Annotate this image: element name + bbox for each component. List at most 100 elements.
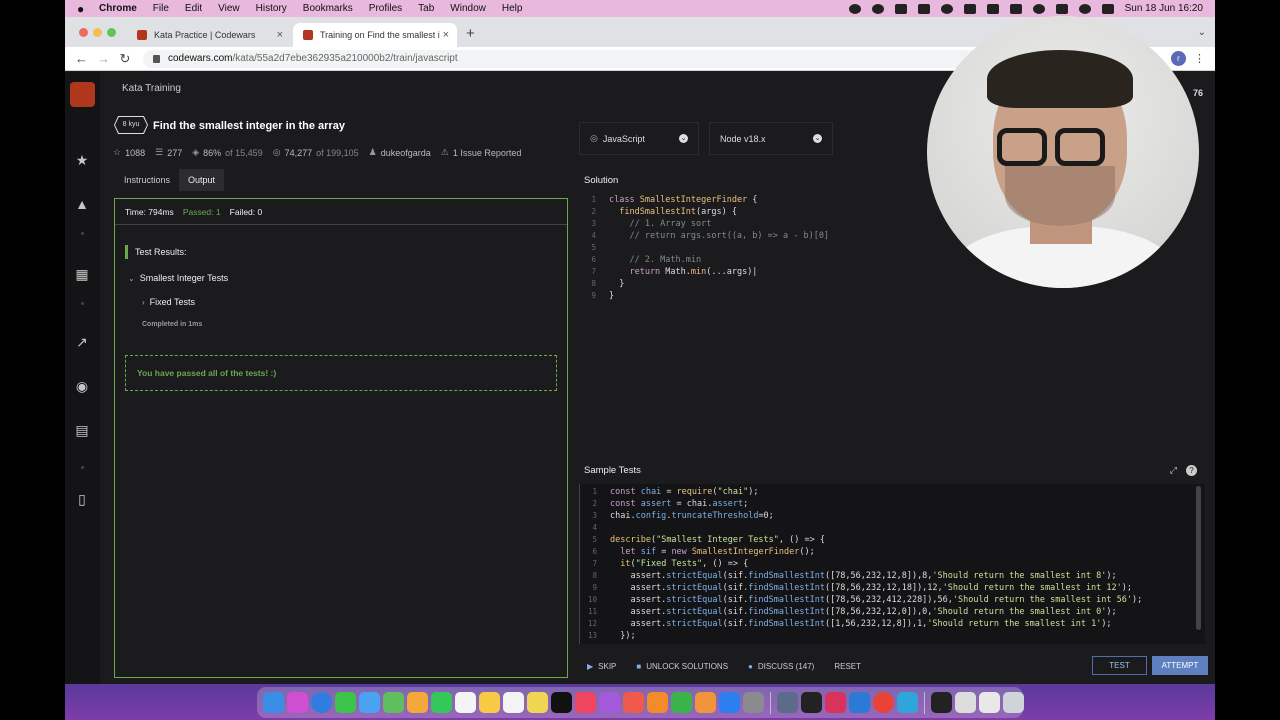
messages-icon[interactable]	[335, 692, 356, 713]
menu-view[interactable]: View	[218, 3, 240, 14]
vscode-icon[interactable]	[849, 692, 870, 713]
issues-stat[interactable]: ⚠ 1 Issue Reported	[441, 147, 522, 158]
menu-window[interactable]: Window	[450, 3, 486, 14]
menu-tab[interactable]: Tab	[418, 3, 434, 14]
siri-icon[interactable]	[1101, 3, 1114, 14]
close-tab-icon[interactable]: ×	[443, 29, 449, 41]
menu-profiles[interactable]: Profiles	[369, 3, 402, 14]
pages-icon[interactable]	[695, 692, 716, 713]
app-store-icon[interactable]	[719, 692, 740, 713]
apple-tv-icon[interactable]	[551, 692, 572, 713]
tab-instructions[interactable]: Instructions	[115, 169, 179, 191]
brightness-icon[interactable]	[848, 3, 861, 14]
reload-icon[interactable]: ↻	[119, 51, 131, 67]
fan-icon[interactable]	[894, 3, 907, 14]
documents-icon[interactable]	[979, 692, 1000, 713]
launchpad-icon[interactable]	[287, 692, 308, 713]
test-button[interactable]: TEST	[1092, 656, 1147, 675]
menubar-clock[interactable]: Sun 18 Jun 16:20	[1125, 3, 1203, 14]
calendar-icon[interactable]	[455, 692, 476, 713]
layers-icon[interactable]	[917, 3, 930, 14]
test-group-fixed[interactable]: › Fixed Tests	[142, 297, 195, 307]
control-center-icon[interactable]	[1055, 3, 1068, 14]
contacts-icon[interactable]	[479, 692, 500, 713]
back-arrow-icon[interactable]: ←	[75, 51, 88, 66]
podcasts-icon[interactable]	[599, 692, 620, 713]
close-window-button[interactable]	[79, 28, 88, 37]
expand-icon[interactable]: ⤢	[1170, 465, 1177, 476]
leaderboard-trend-icon[interactable]: ↗	[74, 334, 90, 350]
battery-icon[interactable]	[1009, 3, 1022, 14]
discuss-button[interactable]: ● DISCUSS (147)	[748, 662, 814, 671]
system-settings-icon[interactable]	[743, 692, 764, 713]
close-tab-icon[interactable]: ×	[277, 29, 283, 41]
skip-button[interactable]: ▶ SKIP	[587, 662, 616, 671]
browser-menu-icon[interactable]: ⋮	[1194, 52, 1205, 65]
test-group-smallest[interactable]: ⌄ Smallest Integer Tests	[128, 273, 228, 283]
stars-stat[interactable]: ☆ 1088	[113, 147, 145, 158]
gear-icon[interactable]	[940, 3, 953, 14]
maps-icon[interactable]	[383, 692, 404, 713]
minimize-window-button[interactable]	[93, 28, 102, 37]
news-icon[interactable]	[623, 692, 644, 713]
notes-icon[interactable]	[527, 692, 548, 713]
recording-icon[interactable]	[871, 3, 884, 14]
folder-icon[interactable]	[931, 692, 952, 713]
screen-share-icon[interactable]	[777, 692, 798, 713]
facetime-icon[interactable]	[431, 692, 452, 713]
telegram-icon[interactable]	[897, 692, 918, 713]
photos-icon[interactable]	[407, 692, 428, 713]
finder-icon[interactable]	[263, 692, 284, 713]
menu-history[interactable]: History	[256, 3, 287, 14]
wifi-icon[interactable]	[1032, 3, 1045, 14]
reset-button[interactable]: RESET	[834, 662, 861, 671]
scrollbar[interactable]	[1196, 486, 1201, 630]
mail-icon[interactable]	[359, 692, 380, 713]
safari-icon[interactable]	[311, 692, 332, 713]
practice-icon[interactable]: ★	[74, 152, 90, 168]
terminal-icon[interactable]	[801, 692, 822, 713]
numbers-icon[interactable]	[671, 692, 692, 713]
codewars-logo-icon[interactable]	[70, 82, 95, 107]
collections-stat[interactable]: ☰ 277	[155, 147, 182, 158]
keyboard-input-icon[interactable]	[963, 3, 976, 14]
menu-edit[interactable]: Edit	[185, 3, 202, 14]
new-tab-icon[interactable]: +	[466, 25, 475, 42]
window-icon[interactable]	[986, 3, 999, 14]
keynote-icon[interactable]	[647, 692, 668, 713]
fullscreen-window-button[interactable]	[107, 28, 116, 37]
mac-dock	[257, 687, 1024, 718]
lock-icon[interactable]	[153, 54, 160, 63]
browser-tab-training[interactable]: Training on Find the smallest in ×	[293, 23, 457, 47]
discord-icon[interactable]: ◉	[74, 378, 90, 394]
dojo-icon[interactable]: ▲	[74, 196, 90, 212]
reminders-icon[interactable]	[503, 692, 524, 713]
breadcrumb[interactable]: Kata Training	[122, 83, 181, 94]
menu-help[interactable]: Help	[502, 3, 523, 14]
downloads-icon[interactable]	[955, 692, 976, 713]
menu-bookmarks[interactable]: Bookmarks	[303, 3, 353, 14]
help-icon[interactable]: ?	[1186, 464, 1197, 476]
unlock-solutions-button[interactable]: ■ UNLOCK SOLUTIONS	[636, 662, 728, 671]
browser-tab-kata-practice[interactable]: Kata Practice | Codewars ×	[127, 23, 291, 47]
docs-book-icon[interactable]: ▯	[74, 491, 90, 507]
language-select[interactable]: ◎ JavaScript ⌄	[579, 122, 699, 155]
tab-output[interactable]: Output	[179, 169, 225, 191]
trash-icon[interactable]	[1003, 692, 1024, 713]
apple-icon[interactable]: ●	[77, 3, 89, 15]
chrome-icon[interactable]	[873, 692, 894, 713]
author-stat[interactable]: ♟ dukeofgarda	[369, 147, 431, 158]
stack-icon[interactable]	[825, 692, 846, 713]
briefcase-icon[interactable]: ▦	[74, 266, 90, 282]
chat-icon[interactable]: ▤	[74, 422, 90, 438]
spotlight-search-icon[interactable]	[1078, 3, 1091, 14]
runtime-select[interactable]: Node v18.x ⌄	[709, 122, 833, 155]
menu-file[interactable]: File	[153, 3, 169, 14]
music-icon[interactable]	[575, 692, 596, 713]
profile-avatar[interactable]: r	[1171, 51, 1186, 66]
tab-search-chevron-icon[interactable]: ⌄	[1198, 27, 1206, 38]
forward-arrow-icon[interactable]: →	[97, 51, 110, 66]
menu-app[interactable]: Chrome	[99, 3, 137, 14]
attempt-button[interactable]: ATTEMPT	[1152, 656, 1208, 675]
sample-tests-editor[interactable]: 1 const chai = require("chai"); 2 const as…	[579, 484, 1205, 644]
